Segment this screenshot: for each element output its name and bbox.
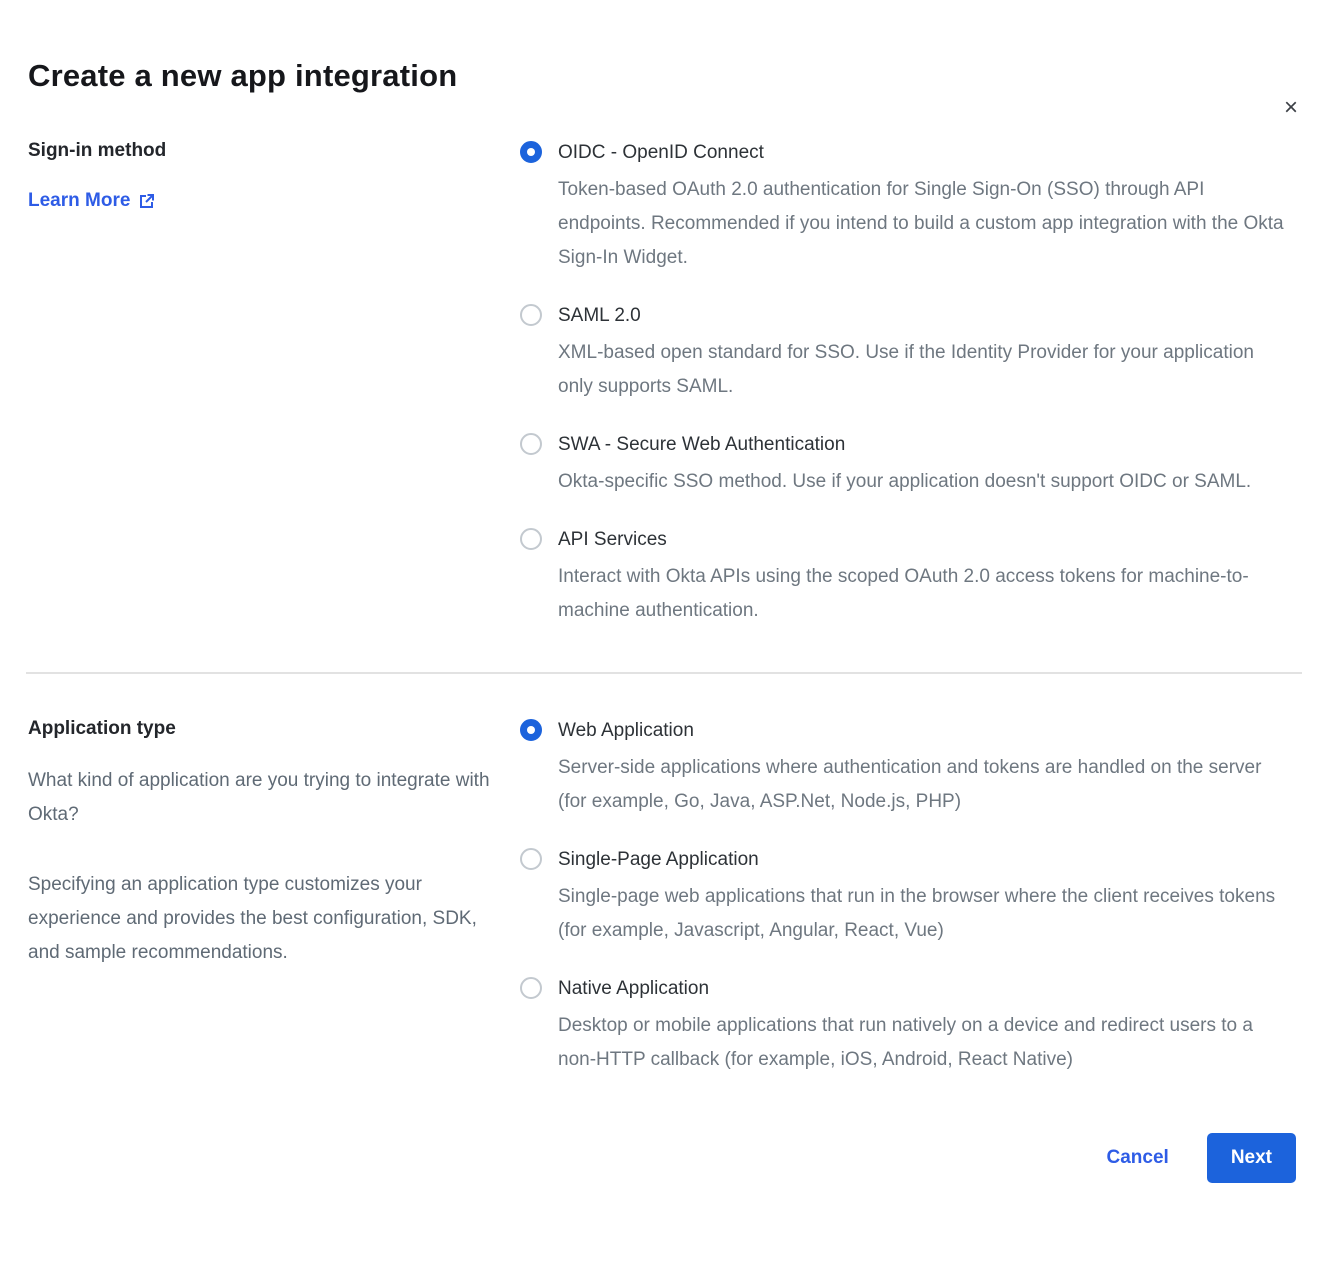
- option-swa-description: Okta-specific SSO method. Use if your ap…: [558, 465, 1251, 499]
- option-saml-label[interactable]: SAML 2.0: [558, 303, 1288, 328]
- radio-api-services[interactable]: [520, 528, 542, 550]
- section-divider: [26, 672, 1302, 674]
- radio-oidc[interactable]: [520, 141, 542, 163]
- option-native-application-description: Desktop or mobile applications that run …: [558, 1009, 1288, 1077]
- create-app-integration-dialog: × Create a new app integration Sign-in m…: [0, 58, 1332, 1223]
- dialog-footer: Cancel Next: [0, 1133, 1332, 1183]
- option-swa-label[interactable]: SWA - Secure Web Authentication: [558, 432, 1251, 457]
- option-api-services[interactable]: API Services Interact with Okta APIs usi…: [520, 527, 1296, 628]
- application-type-heading: Application type: [28, 718, 496, 740]
- option-oidc[interactable]: OIDC - OpenID Connect Token-based OAuth …: [520, 140, 1296, 275]
- option-oidc-label[interactable]: OIDC - OpenID Connect: [558, 140, 1288, 165]
- option-spa-description: Single-page web applications that run in…: [558, 880, 1288, 948]
- close-icon[interactable]: ×: [1284, 96, 1298, 120]
- option-saml[interactable]: SAML 2.0 XML-based open standard for SSO…: [520, 303, 1296, 404]
- signin-method-section: Sign-in method Learn More OIDC - OpenID …: [0, 140, 1332, 628]
- radio-saml[interactable]: [520, 304, 542, 326]
- learn-more-label: Learn More: [28, 190, 130, 212]
- option-saml-description: XML-based open standard for SSO. Use if …: [558, 336, 1288, 404]
- radio-spa[interactable]: [520, 848, 542, 870]
- option-native-application-label[interactable]: Native Application: [558, 976, 1288, 1001]
- signin-method-heading: Sign-in method: [28, 140, 496, 162]
- cancel-button[interactable]: Cancel: [1107, 1147, 1169, 1169]
- option-api-services-description: Interact with Okta APIs using the scoped…: [558, 560, 1288, 628]
- learn-more-link[interactable]: Learn More: [28, 190, 155, 212]
- option-spa[interactable]: Single-Page Application Single-page web …: [520, 847, 1296, 948]
- next-button[interactable]: Next: [1207, 1133, 1296, 1183]
- option-web-application[interactable]: Web Application Server-side applications…: [520, 718, 1296, 819]
- option-oidc-description: Token-based OAuth 2.0 authentication for…: [558, 173, 1288, 275]
- option-native-application[interactable]: Native Application Desktop or mobile app…: [520, 976, 1296, 1077]
- radio-web-application[interactable]: [520, 719, 542, 741]
- radio-swa[interactable]: [520, 433, 542, 455]
- option-web-application-label[interactable]: Web Application: [558, 718, 1288, 743]
- option-swa[interactable]: SWA - Secure Web Authentication Okta-spe…: [520, 432, 1296, 499]
- option-api-services-label[interactable]: API Services: [558, 527, 1288, 552]
- application-type-explanation: Specifying an application type customize…: [28, 868, 496, 970]
- radio-native-application[interactable]: [520, 977, 542, 999]
- option-spa-label[interactable]: Single-Page Application: [558, 847, 1288, 872]
- dialog-title: Create a new app integration: [28, 58, 1304, 94]
- application-type-question: What kind of application are you trying …: [28, 764, 496, 832]
- external-link-icon: [138, 193, 155, 210]
- application-type-section: Application type What kind of applicatio…: [0, 718, 1332, 1077]
- option-web-application-description: Server-side applications where authentic…: [558, 751, 1288, 819]
